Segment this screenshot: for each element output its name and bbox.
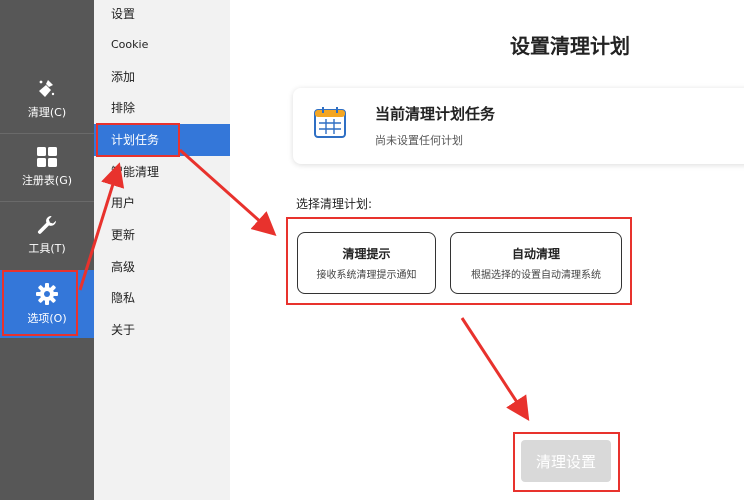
annotation-arrows — [78, 148, 530, 422]
arrow-options-to-schedule — [78, 162, 125, 291]
arrow-options-to-apply — [460, 317, 530, 422]
arrow-schedule-to-options — [179, 148, 277, 236]
